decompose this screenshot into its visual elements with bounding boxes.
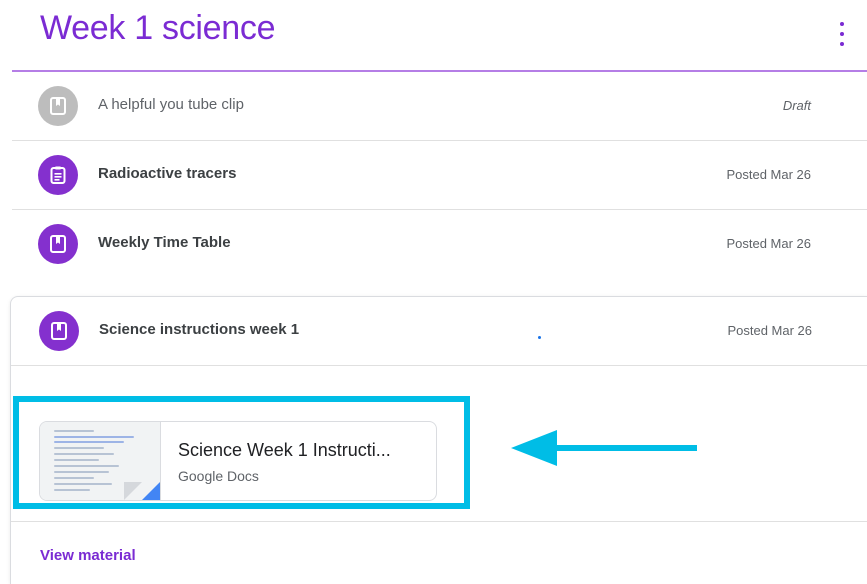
item-title: Science instructions week 1 (99, 321, 300, 338)
stray-dot (538, 336, 541, 339)
classwork-item-weekly-time-table[interactable]: Weekly Time Table Posted Mar 26 (12, 210, 867, 278)
google-docs-thumbnail (40, 422, 161, 500)
classwork-item-youtube-clip[interactable]: A helpful you tube clip Draft (12, 72, 867, 141)
item-title: A helpful you tube clip (98, 96, 244, 113)
card-divider (11, 521, 867, 522)
attachment-title: Science Week 1 Instructi... (178, 440, 391, 460)
item-status: Posted Mar 26 (727, 323, 812, 338)
material-book-icon (39, 311, 79, 351)
item-title: Radioactive tracers (98, 165, 237, 182)
item-status: Posted Mar 26 (726, 236, 811, 251)
pointer-arrow-icon (511, 430, 697, 466)
item-status: Posted Mar 26 (726, 167, 811, 182)
assignment-clipboard-icon (38, 155, 78, 195)
attachment-google-doc[interactable]: Science Week 1 Instructi... Google Docs (39, 421, 437, 501)
material-book-icon (38, 224, 78, 264)
material-book-icon (38, 86, 78, 126)
classwork-item-radioactive-tracers[interactable]: Radioactive tracers Posted Mar 26 (12, 141, 867, 210)
topic-header: Week 1 science (0, 0, 867, 72)
topic-title: Week 1 science (40, 9, 276, 47)
google-docs-icon (142, 482, 160, 500)
view-material-link[interactable]: View material (40, 547, 136, 564)
classwork-item-science-instructions[interactable]: Science instructions week 1 Posted Mar 2… (11, 297, 867, 366)
item-status: Draft (782, 98, 811, 113)
attachment-type: Google Docs (178, 468, 259, 484)
expanded-material-card: Science instructions week 1 Posted Mar 2… (10, 296, 867, 584)
more-options-icon[interactable] (836, 22, 848, 46)
item-title: Weekly Time Table (98, 234, 231, 251)
page-fold-icon (124, 482, 142, 500)
